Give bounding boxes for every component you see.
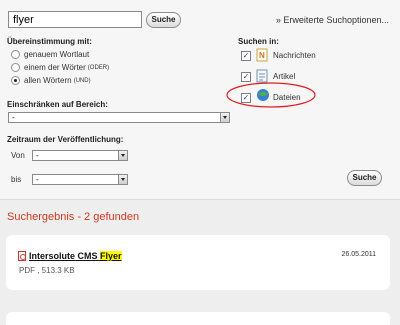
result-title-text: Intersolute CMS xyxy=(29,251,101,261)
option-note: (UND) xyxy=(73,77,91,84)
news-label: Nachrichten xyxy=(273,51,316,60)
option-label: allen Wörtern xyxy=(24,76,72,85)
match-option-exact[interactable]: genauem Wortlaut xyxy=(11,50,89,59)
area-label: Einschränken auf Bereich: xyxy=(7,100,108,109)
radio-all[interactable] xyxy=(11,76,20,85)
result-card xyxy=(6,312,390,325)
match-option-any[interactable]: einem der Wörter (ODER) xyxy=(11,63,109,72)
annotation-ellipse xyxy=(226,82,316,108)
pdf-icon xyxy=(18,251,26,261)
search-in-label: Suchen in: xyxy=(238,37,279,46)
submit-search-button[interactable]: Suche xyxy=(347,170,382,186)
result-meta: PDF , 513.3 KB xyxy=(19,266,75,275)
radio-exact[interactable] xyxy=(11,50,20,59)
news-icon: N xyxy=(256,48,268,62)
chevron-down-icon xyxy=(118,175,127,184)
match-option-all[interactable]: allen Wörtern (UND) xyxy=(11,76,91,85)
result-title-highlight: Flyer xyxy=(100,251,122,261)
match-label: Übereinstimmung mit: xyxy=(7,37,92,46)
to-label: bis xyxy=(11,175,22,184)
checkbox-news[interactable]: ✓ xyxy=(241,51,251,61)
to-select[interactable]: - xyxy=(32,174,128,185)
svg-text:N: N xyxy=(259,51,265,60)
to-value: - xyxy=(36,175,39,184)
radio-any[interactable] xyxy=(11,63,20,72)
from-label: Von xyxy=(11,151,25,160)
from-select[interactable]: - xyxy=(32,150,128,161)
advanced-options-link[interactable]: » Erweiterte Suchoptionen... xyxy=(276,15,389,25)
option-note: (ODER) xyxy=(87,64,110,71)
result-date: 26.05.2011 xyxy=(341,251,376,258)
results-heading: Suchergebnis - 2 gefunden xyxy=(7,211,140,223)
chevron-down-icon xyxy=(220,113,229,122)
search-button[interactable]: Suche xyxy=(146,12,181,28)
option-label: genauem Wortlaut xyxy=(24,50,90,59)
area-value: - xyxy=(12,113,15,122)
result-title-row[interactable]: Intersolute CMS Flyer xyxy=(18,251,122,261)
result-card: Intersolute CMS Flyer 26.05.2011 PDF , 5… xyxy=(6,235,390,290)
from-value: - xyxy=(36,151,39,160)
option-label: einem der Wörter xyxy=(24,63,86,72)
chevron-down-icon xyxy=(118,151,127,160)
period-label: Zeitraum der Veröffentlichung: xyxy=(7,135,124,144)
result-title[interactable]: Intersolute CMS Flyer xyxy=(29,251,122,261)
search-input[interactable] xyxy=(8,11,142,28)
area-select[interactable]: - xyxy=(8,112,230,123)
